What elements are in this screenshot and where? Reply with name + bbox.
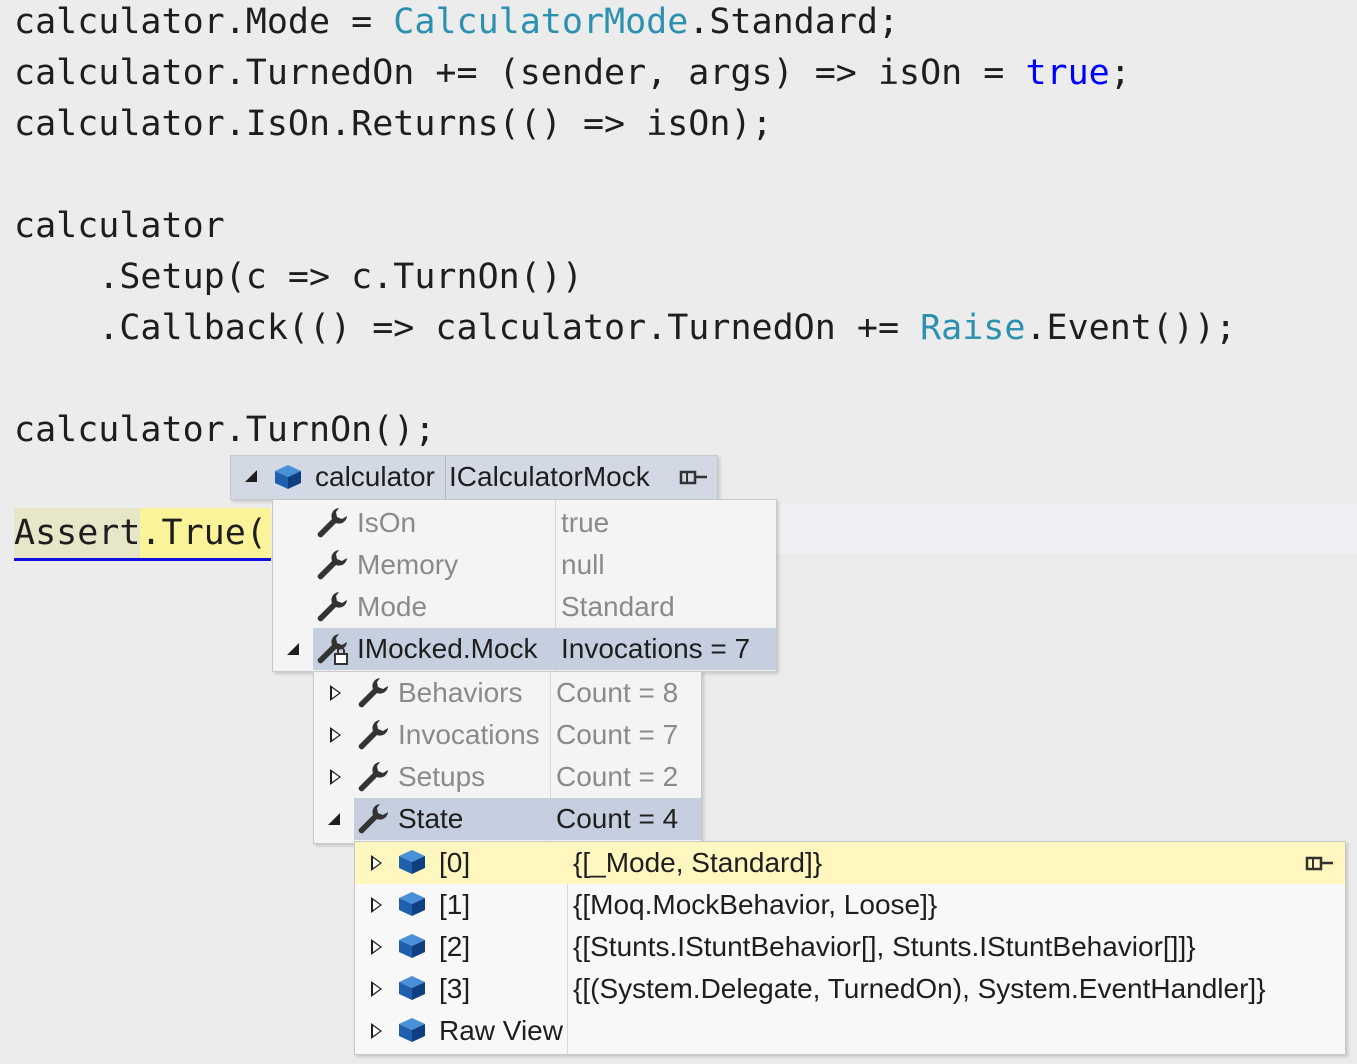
mock-members-panel: Behaviors Count = 8 Invocations Count = 7 Se…	[313, 671, 702, 844]
member-row[interactable]: Mode Standard	[273, 586, 776, 628]
collapse-arrow-icon[interactable]	[287, 643, 299, 655]
wrench-icon	[356, 718, 390, 759]
expand-arrow-icon[interactable]	[330, 727, 341, 743]
assert-call-token: .True(	[140, 508, 271, 561]
expand-arrow-icon[interactable]	[371, 981, 382, 997]
wrench-icon	[356, 676, 390, 717]
state-item-row[interactable]: [1] {[Moq.MockBehavior, Loose]}	[355, 884, 1345, 926]
mock-member-name: Behaviors	[398, 677, 523, 708]
type-token: CalculatorMode	[393, 2, 689, 42]
object-cube-icon	[397, 932, 427, 967]
mock-member-value: Count = 4	[556, 803, 679, 834]
object-cube-icon	[275, 465, 301, 489]
wrench-icon	[356, 760, 390, 801]
expand-arrow-icon[interactable]	[371, 855, 382, 871]
mock-member-row[interactable]: Behaviors Count = 8	[314, 672, 701, 714]
code-text: calculator.Mode =	[14, 2, 394, 42]
wrench-icon	[315, 506, 349, 547]
state-item-name: [1]	[439, 889, 471, 920]
state-item-name: Raw View	[439, 1015, 563, 1046]
collapse-arrow-icon[interactable]	[245, 470, 257, 482]
mock-member-row[interactable]: State Count = 4	[314, 798, 701, 840]
object-cube-icon	[397, 974, 427, 1009]
pin-icon[interactable]	[679, 468, 709, 488]
mock-member-name: Invocations	[398, 719, 540, 750]
member-name: IMocked.Mock	[357, 633, 538, 664]
wrench-icon	[356, 802, 390, 843]
state-item-name: [2]	[439, 931, 471, 962]
state-item-row[interactable]: [0] {[_Mode, Standard]}	[355, 842, 1345, 884]
mock-member-value: Count = 8	[556, 677, 679, 708]
assert-token: Assert	[14, 508, 141, 561]
mock-member-value: Count = 2	[556, 761, 679, 792]
code-text: .Standard;	[688, 2, 900, 42]
code-text: calculator.TurnedOn += (sender, args) =>…	[14, 53, 1026, 93]
member-name: Mode	[357, 591, 428, 622]
pin-icon[interactable]	[1305, 854, 1335, 874]
expand-arrow-icon[interactable]	[330, 769, 341, 785]
state-item-row[interactable]: [3] {[(System.Delegate, TurnedOn), System…	[355, 968, 1345, 1010]
expand-arrow-icon[interactable]	[371, 1023, 382, 1039]
code-line-6: .Callback(() => calculator.TurnedOn += R…	[14, 308, 1236, 348]
object-cube-icon	[397, 1016, 427, 1051]
wrench-icon	[315, 590, 349, 631]
root-type: ICalculatorMock	[449, 461, 650, 492]
type-token: Raise	[920, 308, 1026, 348]
code-text: .Event());	[1025, 308, 1237, 348]
member-name: Memory	[357, 549, 459, 580]
member-value: true	[561, 507, 610, 538]
column-divider	[445, 456, 446, 499]
members-panel: IsOn true Memory null Mode Standard IMocked.Mo…	[272, 499, 777, 672]
datatip-root[interactable]: calculator ICalculatorMock	[230, 455, 718, 500]
expand-arrow-icon[interactable]	[371, 939, 382, 955]
object-cube-icon	[397, 848, 427, 883]
state-item-row[interactable]: [2] {[Stunts.IStuntBehavior[], Stunts.ISt…	[355, 926, 1345, 968]
state-item-value: {[_Mode, Standard]}	[573, 847, 823, 878]
wrench-icon	[315, 548, 349, 589]
code-line-4: calculator	[14, 206, 225, 246]
root-name: calculator	[315, 461, 435, 492]
state-item-name: [3]	[439, 973, 471, 1004]
mock-member-row[interactable]: Setups Count = 2	[314, 756, 701, 798]
collapse-arrow-icon[interactable]	[328, 813, 340, 825]
mock-member-row[interactable]: Invocations Count = 7	[314, 714, 701, 756]
member-value: null	[561, 549, 605, 580]
code-line-1: calculator.Mode = CalculatorMode.Standar…	[14, 2, 899, 42]
state-item-row[interactable]: Raw View	[355, 1010, 1345, 1052]
member-name: IsOn	[357, 507, 417, 538]
state-item-name: [0]	[439, 847, 471, 878]
member-value: Invocations = 7	[561, 633, 751, 664]
current-statement[interactable]: Assert.True(	[14, 508, 271, 562]
code-line-7: calculator.TurnOn();	[14, 410, 436, 450]
code-text: .Callback(() => calculator.TurnedOn +=	[14, 308, 921, 348]
keyword-token: true	[1025, 53, 1110, 93]
expand-arrow-icon[interactable]	[371, 897, 382, 913]
object-cube-icon	[397, 890, 427, 925]
member-row[interactable]: IsOn true	[273, 502, 776, 544]
code-line-5: .Setup(c => c.TurnOn())	[14, 257, 583, 297]
state-item-value: {[Moq.MockBehavior, Loose]}	[573, 889, 938, 920]
wrench-lock-icon	[315, 632, 349, 673]
expand-arrow-icon[interactable]	[330, 685, 341, 701]
mock-member-value: Count = 7	[556, 719, 679, 750]
code-text: ;	[1109, 53, 1131, 93]
member-row[interactable]: Memory null	[273, 544, 776, 586]
state-item-value: {[Stunts.IStuntBehavior[], Stunts.IStunt…	[573, 931, 1196, 962]
code-line-3: calculator.IsOn.Returns(() => isOn);	[14, 104, 773, 144]
state-panel: [0] {[_Mode, Standard]} [1] {[Moq.MockBehav…	[354, 841, 1346, 1055]
mock-member-name: Setups	[398, 761, 486, 792]
code-line-2: calculator.TurnedOn += (sender, args) =>…	[14, 53, 1131, 93]
mock-member-name: State	[398, 803, 464, 834]
member-value: Standard	[561, 591, 675, 622]
state-item-value: {[(System.Delegate, TurnedOn), System.Ev…	[573, 973, 1266, 1004]
member-row[interactable]: IMocked.Mock Invocations = 7	[287, 628, 776, 673]
